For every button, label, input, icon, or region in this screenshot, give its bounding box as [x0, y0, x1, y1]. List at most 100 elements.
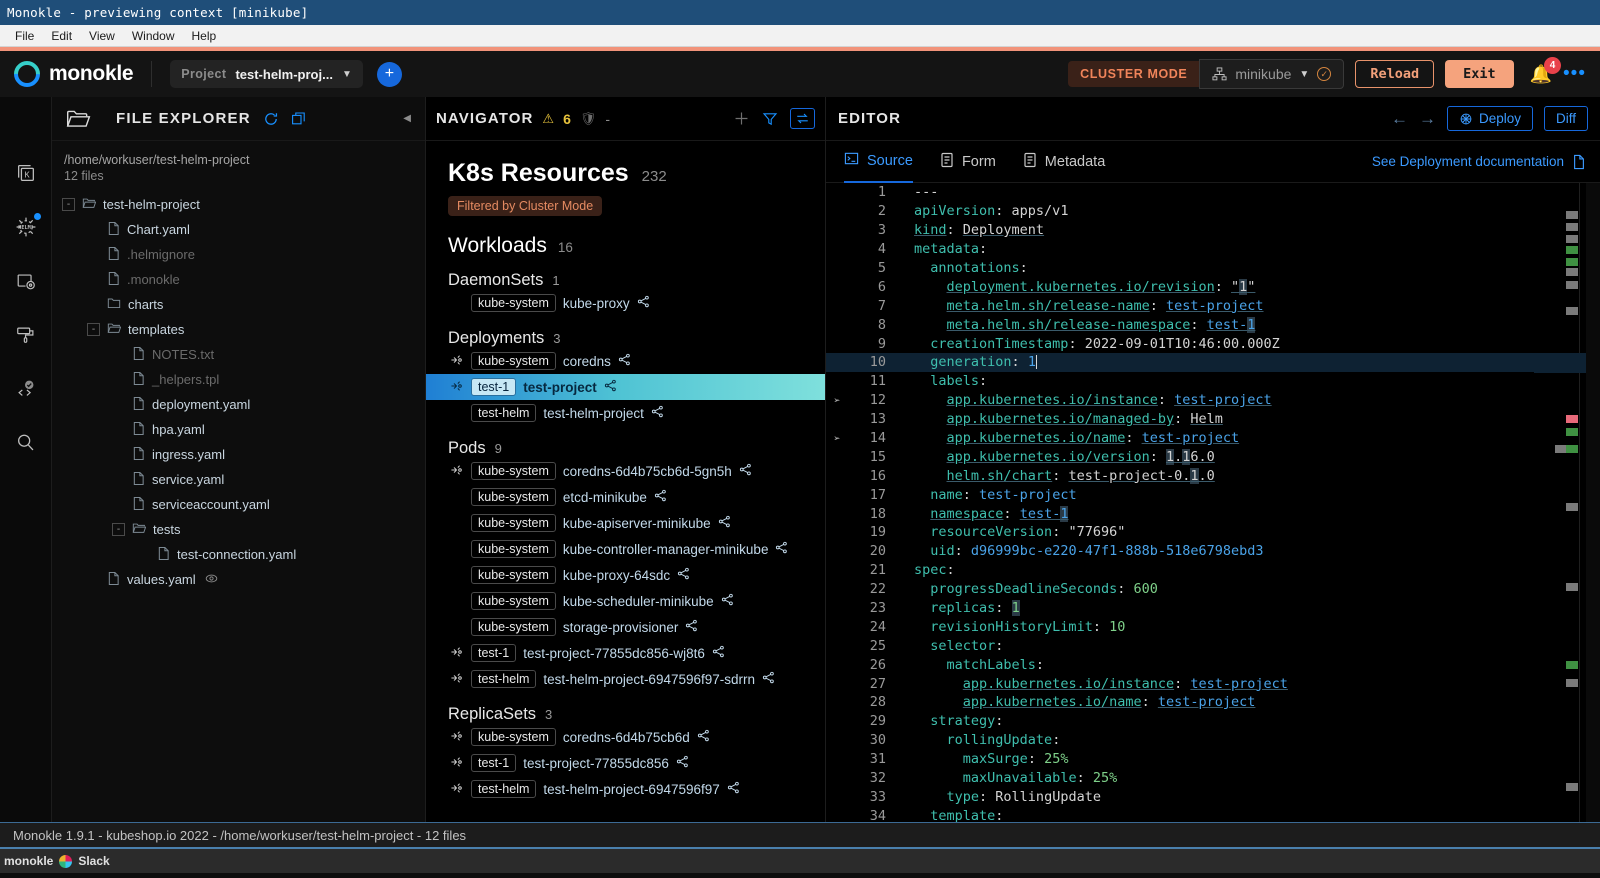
k8s-resources-icon[interactable]: K — [12, 159, 40, 187]
code-line[interactable]: 2apiVersion: apps/v1 — [826, 202, 1600, 221]
project-selector[interactable]: Project test-helm-proj... ▼ — [170, 60, 363, 88]
resource-row[interactable]: test-1test-project — [426, 374, 825, 400]
code-line[interactable]: 16 helm.sh/chart: test-project-0.1.0 — [826, 466, 1600, 485]
code-line[interactable]: 11 labels: — [826, 372, 1600, 391]
code-line[interactable]: 7 meta.helm.sh/release-name: test-projec… — [826, 296, 1600, 315]
navigator-subsection-heading[interactable]: Deployments3 — [448, 329, 825, 348]
file-tree-file[interactable]: serviceaccount.yaml — [58, 492, 425, 517]
code-line[interactable]: 29 strategy: — [826, 712, 1600, 731]
code-line[interactable]: 26 matchLabels: — [826, 655, 1600, 674]
tree-collapse-toggle[interactable]: - — [62, 198, 75, 211]
search-icon[interactable] — [12, 429, 40, 457]
resource-row[interactable]: test-1test-project-77855dc856 — [448, 750, 825, 776]
taskbar-item-monokle[interactable]: monokle — [4, 854, 53, 868]
code-line[interactable]: 22 progressDeadlineSeconds: 600 — [826, 580, 1600, 599]
resource-refs-icon[interactable] — [676, 755, 689, 771]
code-editor[interactable]: 1---2apiVersion: apps/v13kind: Deploymen… — [826, 183, 1600, 822]
code-line[interactable]: 19 resourceVersion: "77696" — [826, 523, 1600, 542]
code-line[interactable]: 4metadata: — [826, 240, 1600, 259]
code-fold-marker-icon[interactable]: ➢ — [826, 394, 848, 407]
code-line[interactable]: 18 namespace: test-1 — [826, 504, 1600, 523]
code-line[interactable]: 30 rollingUpdate: — [826, 731, 1600, 750]
code-line[interactable]: 28 app.kubernetes.io/name: test-project — [826, 693, 1600, 712]
forward-arrow-icon[interactable]: → — [1419, 109, 1436, 129]
resource-refs-icon[interactable] — [685, 619, 698, 635]
resource-row[interactable]: kube-systemkube-controller-manager-minik… — [448, 536, 825, 562]
diff-button[interactable]: Diff — [1544, 106, 1588, 131]
resource-row[interactable]: test-1test-project-77855dc856-wj8t6 — [448, 640, 825, 666]
exit-button[interactable]: Exit — [1445, 60, 1514, 88]
validation-icon[interactable] — [12, 375, 40, 403]
more-menu-button[interactable]: ••• — [1563, 63, 1586, 85]
file-tree-folder[interactable]: -templates — [58, 317, 425, 342]
back-arrow-icon[interactable]: ← — [1391, 109, 1408, 129]
code-line[interactable]: ➢14 app.kubernetes.io/name: test-project — [826, 429, 1600, 448]
code-line[interactable]: 23 replicas: 1 — [826, 599, 1600, 618]
code-line[interactable]: 10 generation: 1 — [826, 353, 1600, 372]
menu-item-window[interactable]: Window — [125, 27, 182, 45]
file-tree-file[interactable]: hpa.yaml — [58, 417, 425, 442]
resource-refs-icon[interactable] — [651, 405, 664, 421]
add-resource-icon[interactable] — [733, 110, 750, 127]
code-line[interactable]: 31 maxSurge: 25% — [826, 750, 1600, 769]
taskbar-item-slack[interactable]: Slack — [78, 854, 109, 868]
editor-tab-source[interactable]: Source — [844, 141, 913, 183]
paint-roller-icon[interactable] — [12, 321, 40, 349]
file-tree-file[interactable]: Chart.yaml — [58, 217, 425, 242]
resource-row[interactable]: kube-systemkube-apiserver-minikube — [448, 510, 825, 536]
code-line[interactable]: 21spec: — [826, 561, 1600, 580]
file-tree-file[interactable]: ingress.yaml — [58, 442, 425, 467]
file-tree-file[interactable]: _helpers.tpl — [58, 367, 425, 392]
code-line[interactable]: 8 meta.helm.sh/release-namespace: test-1 — [826, 315, 1600, 334]
resource-refs-icon[interactable] — [604, 379, 617, 395]
code-line[interactable]: 13 app.kubernetes.io/managed-by: Helm — [826, 410, 1600, 429]
resource-refs-icon[interactable] — [618, 353, 631, 369]
code-line[interactable]: 24 revisionHistoryLimit: 10 — [826, 617, 1600, 636]
file-tree-folder[interactable]: -test-helm-project — [58, 192, 425, 217]
tree-collapse-toggle[interactable]: - — [87, 323, 100, 336]
preview-eye-icon[interactable] — [205, 572, 218, 588]
resource-refs-icon[interactable] — [775, 541, 788, 557]
menu-item-help[interactable]: Help — [185, 27, 224, 45]
toggle-compare-icon[interactable] — [790, 108, 815, 129]
notifications-button[interactable]: 🔔 4 — [1530, 64, 1552, 85]
navigator-group-heading[interactable]: Configuration20 — [448, 820, 825, 822]
resource-row[interactable]: kube-systemstorage-provisioner — [448, 614, 825, 640]
file-tree-file[interactable]: deployment.yaml — [58, 392, 425, 417]
navigator-subsection-heading[interactable]: ReplicaSets3 — [448, 705, 825, 724]
editor-tab-metadata[interactable]: Metadata — [1023, 141, 1105, 183]
code-line[interactable]: 3kind: Deployment — [826, 221, 1600, 240]
editor-scrollbar[interactable] — [1586, 183, 1600, 822]
resource-refs-icon[interactable] — [727, 781, 740, 797]
add-project-button[interactable]: + — [377, 62, 402, 87]
code-line[interactable]: 20 uid: d96999bc-e220-47f1-888b-518e6798… — [826, 542, 1600, 561]
resource-row[interactable]: test-helmtest-helm-project-6947596f97-sd… — [448, 666, 825, 692]
resource-refs-icon[interactable] — [718, 515, 731, 531]
editor-tab-form[interactable]: Form — [940, 141, 996, 183]
documentation-link[interactable]: See Deployment documentation — [1372, 154, 1600, 170]
filter-icon[interactable] — [762, 111, 778, 127]
code-line[interactable]: ➢12 app.kubernetes.io/instance: test-pro… — [826, 391, 1600, 410]
collapse-panel-button[interactable]: ◀ — [403, 113, 411, 124]
resource-row[interactable]: kube-systemcoredns-6d4b75cb6d-5gn5h — [448, 458, 825, 484]
resource-row[interactable]: kube-systemkube-proxy — [448, 290, 825, 316]
resource-row[interactable]: test-helmtest-helm-project — [448, 400, 825, 426]
code-line[interactable]: 5 annotations: — [826, 259, 1600, 278]
file-tree-folder[interactable]: charts — [58, 292, 425, 317]
menu-item-edit[interactable]: Edit — [44, 27, 79, 45]
file-tree-file[interactable]: .monokle — [58, 267, 425, 292]
code-fold-marker-icon[interactable]: ➢ — [826, 432, 848, 445]
file-tree-file[interactable]: values.yaml — [58, 567, 425, 592]
resource-refs-icon[interactable] — [712, 645, 725, 661]
code-line[interactable]: 32 maxUnavailable: 25% — [826, 769, 1600, 788]
resource-row[interactable]: kube-systemkube-scheduler-minikube — [448, 588, 825, 614]
resource-refs-icon[interactable] — [654, 489, 667, 505]
file-tree-file[interactable]: NOTES.txt — [58, 342, 425, 367]
resource-row[interactable]: kube-systemcoredns-6d4b75cb6d — [448, 724, 825, 750]
resource-row[interactable]: test-helmtest-helm-project-6947596f97 — [448, 776, 825, 802]
resource-refs-icon[interactable] — [637, 295, 650, 311]
resource-row[interactable]: kube-systemcoredns — [448, 348, 825, 374]
helm-icon[interactable]: HELM — [12, 213, 40, 241]
tree-collapse-toggle[interactable]: - — [112, 523, 125, 536]
resource-row[interactable]: kube-systemetcd-minikube — [448, 484, 825, 510]
